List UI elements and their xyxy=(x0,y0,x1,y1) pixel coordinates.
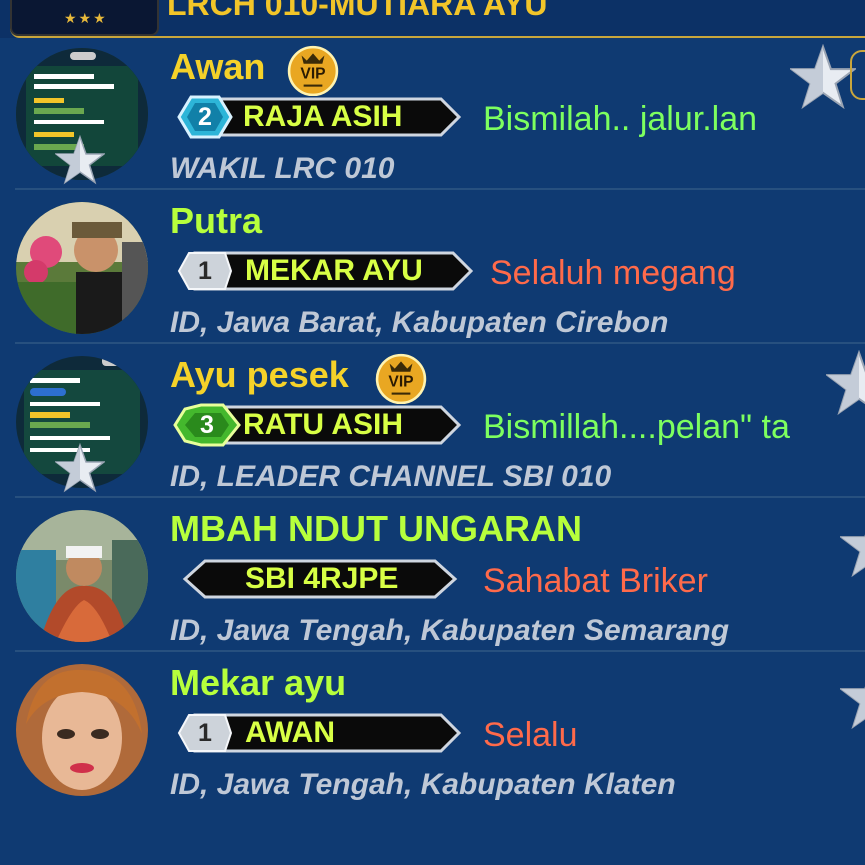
tag-label: MEKAR AYU xyxy=(245,254,423,287)
member-message: Bismillah....pelan" ta xyxy=(483,408,790,446)
rank-tag[interactable]: 1 AWAN xyxy=(173,711,463,755)
member-row[interactable]: Putra 1 MEKAR AYU Selaluh megang ID, Jaw… xyxy=(15,192,865,344)
member-location: ID, Jawa Barat, Kabupaten Cirebon xyxy=(170,306,669,339)
member-name[interactable]: Mekar ayu xyxy=(170,662,346,704)
member-name[interactable]: Putra xyxy=(170,200,262,242)
rank-tag[interactable]: 3 RATU ASIH xyxy=(173,403,463,447)
rank-tag[interactable]: 2 RAJA ASIH xyxy=(173,95,463,139)
tag-level: 1 xyxy=(198,719,212,747)
rank-stars-icon: ★★★ xyxy=(64,10,108,26)
member-message: Sahabat Briker xyxy=(483,562,708,600)
tag-label: RATU ASIH xyxy=(243,408,403,441)
vip-badge-icon xyxy=(375,352,427,404)
row-divider xyxy=(15,188,865,190)
rank-star-icon xyxy=(55,135,105,185)
member-message: Bismilah.. jalur.lan xyxy=(483,100,758,138)
row-divider xyxy=(15,342,865,344)
avatar[interactable] xyxy=(16,664,148,796)
star-icon xyxy=(840,664,865,730)
star-icon xyxy=(840,512,865,578)
tag-level: 3 xyxy=(200,411,214,439)
row-divider xyxy=(15,650,865,652)
star-icon xyxy=(826,350,865,416)
room-title: LRCH 010-MUTIARA AYU xyxy=(167,0,548,22)
member-row[interactable]: MBAH NDUT UNGARAN SBI 4RJPE Sahabat Brik… xyxy=(15,500,865,652)
star-icon xyxy=(790,44,856,110)
member-location: WAKIL LRC 010 xyxy=(170,152,395,185)
vip-badge-icon xyxy=(287,44,339,96)
tag-label: RAJA ASIH xyxy=(243,100,403,133)
room-header: ★★★ LRCH 010-MUTIARA AYU xyxy=(0,0,865,38)
member-message: Selalu xyxy=(483,716,578,754)
member-message: Selaluh megang xyxy=(490,254,736,292)
side-panel-handle[interactable] xyxy=(850,50,865,100)
member-row[interactable]: Mekar ayu 1 AWAN Selalu ID, Jawa Tengah,… xyxy=(15,654,865,806)
row-divider xyxy=(15,496,865,498)
member-row[interactable]: Awan 2 RAJA ASIH Bismilah.. jalur.lan WA… xyxy=(15,38,865,190)
member-name[interactable]: MBAH NDUT UNGARAN xyxy=(170,508,582,550)
member-name[interactable]: Awan xyxy=(170,46,265,88)
rank-tag[interactable]: SBI 4RJPE xyxy=(173,557,463,601)
rank-star-icon xyxy=(55,443,105,493)
room-badge: ★★★ xyxy=(10,0,159,36)
rank-tag[interactable]: 1 MEKAR AYU xyxy=(173,249,473,293)
avatar[interactable] xyxy=(16,510,148,642)
tag-label: SBI 4RJPE xyxy=(245,562,399,595)
member-location: ID, LEADER CHANNEL SBI 010 xyxy=(170,460,612,493)
tag-label: AWAN xyxy=(245,716,335,749)
member-name[interactable]: Ayu pesek xyxy=(170,354,349,396)
member-row[interactable]: Ayu pesek 3 RATU ASIH Bismillah....pelan… xyxy=(15,346,865,498)
member-location: ID, Jawa Tengah, Kabupaten Semarang xyxy=(170,614,730,647)
tag-level: 2 xyxy=(198,103,212,131)
avatar[interactable] xyxy=(16,202,148,334)
member-location: ID, Jawa Tengah, Kabupaten Klaten xyxy=(170,768,676,801)
tag-level: 1 xyxy=(198,257,212,285)
